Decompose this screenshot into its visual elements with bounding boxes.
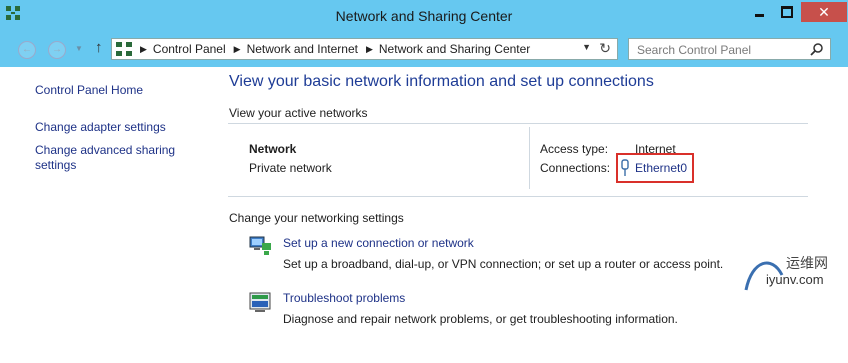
close-button[interactable]: ✕ <box>801 2 847 22</box>
watermark-text-cn: 运维网 <box>786 255 828 271</box>
window-title: Network and Sharing Center <box>335 8 513 24</box>
breadcrumb-separator-icon[interactable]: ▶ <box>234 44 241 55</box>
minimize-icon <box>754 13 764 17</box>
breadcrumb-network-and-internet[interactable]: Network and Internet <box>247 42 358 56</box>
maximize-button[interactable] <box>771 2 803 22</box>
ethernet0-link[interactable]: Ethernet0 <box>635 161 687 175</box>
divider <box>228 123 808 124</box>
troubleshoot-problems-description: Diagnose and repair network problems, or… <box>283 312 678 326</box>
network-type: Private network <box>249 161 332 175</box>
access-type-label: Access type: <box>540 142 609 156</box>
recent-locations-chevron-icon[interactable]: ▼ <box>75 44 83 53</box>
address-row: ← → ▼ ↑ ▶ Control Panel ▶ Network and In… <box>0 33 848 67</box>
maximize-icon <box>781 6 793 18</box>
troubleshoot-icon <box>249 292 271 312</box>
forward-arrow-icon[interactable]: → <box>48 41 66 59</box>
network-name: Network <box>249 142 297 156</box>
new-connection-icon <box>249 236 271 255</box>
back-arrow-icon[interactable]: ← <box>18 41 36 59</box>
refresh-icon[interactable]: ↻ <box>599 40 611 57</box>
control-panel-icon <box>116 42 132 56</box>
connections-label: Connections: <box>540 161 611 175</box>
content-area: Control Panel Home Change adapter settin… <box>0 67 848 363</box>
search-placeholder: Search Control Panel <box>637 43 752 57</box>
address-dropdown-icon[interactable]: ▼ <box>582 42 591 52</box>
ethernet-icon <box>621 159 629 176</box>
setup-new-connection-description: Set up a broadband, dial-up, or VPN conn… <box>283 257 724 271</box>
setup-new-connection-link[interactable]: Set up a new connection or network <box>283 236 474 250</box>
divider <box>529 127 530 189</box>
sidebar-item-change-advanced-sharing-settings[interactable]: Change advanced sharing settings <box>35 143 200 173</box>
breadcrumb-control-panel[interactable]: Control Panel <box>153 42 226 56</box>
divider <box>228 196 808 197</box>
address-bar[interactable]: ▶ Control Panel ▶ Network and Internet ▶… <box>111 38 618 60</box>
breadcrumb-network-and-sharing-center[interactable]: Network and Sharing Center <box>379 42 530 56</box>
breadcrumb-separator-icon[interactable]: ▶ <box>366 44 373 55</box>
sidebar-item-control-panel-home[interactable]: Control Panel Home <box>35 83 143 97</box>
page-title: View your basic network information and … <box>229 73 654 90</box>
troubleshoot-problems-link[interactable]: Troubleshoot problems <box>283 291 405 305</box>
close-icon: ✕ <box>818 4 830 20</box>
watermark-text-url: iyunv.com <box>766 272 824 287</box>
breadcrumb-separator-icon[interactable]: ▶ <box>140 44 147 55</box>
active-networks-heading: View your active networks <box>229 106 368 120</box>
search-input[interactable]: Search Control Panel <box>628 38 831 60</box>
search-icon[interactable] <box>810 42 824 56</box>
change-settings-heading: Change your networking settings <box>229 211 404 225</box>
title-bar: Network and Sharing Center ✕ <box>0 0 848 33</box>
up-arrow-icon[interactable]: ↑ <box>95 39 103 56</box>
sidebar-item-change-adapter-settings[interactable]: Change adapter settings <box>35 120 166 134</box>
